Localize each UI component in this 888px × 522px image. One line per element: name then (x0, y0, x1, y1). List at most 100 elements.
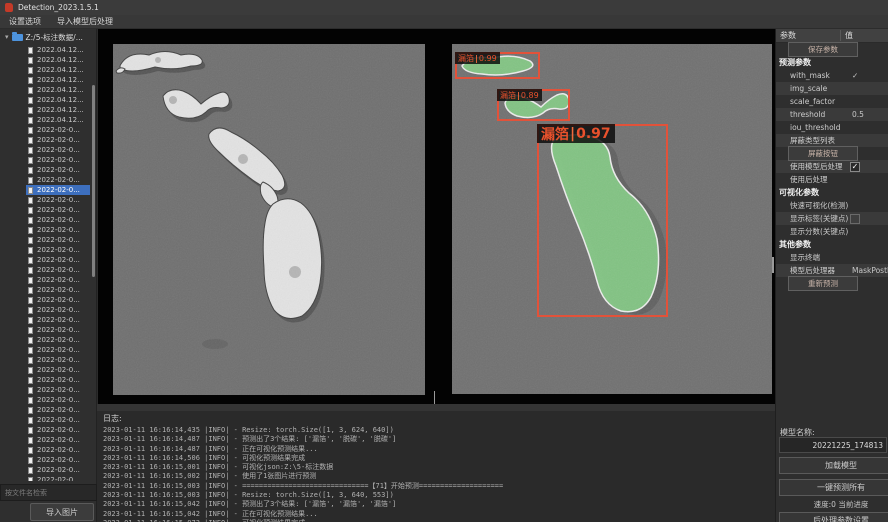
param-row[interactable]: 其他参数 (776, 238, 888, 251)
param-row[interactable]: 使用模型后处理 ✓ (776, 160, 888, 173)
param-row[interactable]: 重新预测 (776, 277, 888, 290)
params-splitter-grip[interactable] (772, 257, 774, 273)
file-list-item[interactable]: 2022-02-0... (26, 275, 90, 285)
file-list-item[interactable]: 2022-02-0... (26, 345, 90, 355)
file-list-item[interactable]: 2022-02-0... (26, 425, 90, 435)
checkbox[interactable]: ✓ (850, 162, 860, 172)
file-list-item[interactable]: 2022.04.12... (26, 85, 90, 95)
file-list-item[interactable]: 2022-02-0... (26, 305, 90, 315)
file-list-item[interactable]: 2022-02-0... (26, 185, 90, 195)
file-list-item[interactable]: 2022-02-0... (26, 135, 90, 145)
file-list-item[interactable]: 2022-02-0... (26, 465, 90, 475)
file-list-item[interactable]: 2022-02-0... (26, 455, 90, 465)
menubar: 设置选项 导入模型后处理 (0, 15, 888, 29)
file-list-item[interactable]: 2022-02-0... (26, 245, 90, 255)
chevron-down-icon[interactable]: ▾ (5, 34, 9, 41)
param-row[interactable]: 快速可视化(检测) (776, 199, 888, 212)
file-icon (28, 47, 33, 54)
file-name: 2022-02-0... (37, 266, 80, 274)
file-list-item[interactable]: 2022.04.12... (26, 65, 90, 75)
postprocess-settings-button[interactable]: 后处理参数设置 (779, 512, 888, 522)
file-icon (28, 157, 33, 164)
model-name-field[interactable]: 20221225_174813 (779, 437, 887, 453)
file-list-item[interactable]: 2022-02-0... (26, 175, 90, 185)
log-panel: 日志: 2023-01-11 16:16:14,435 |INFO| - Res… (97, 411, 775, 522)
file-name: 2022.04.12... (37, 86, 84, 94)
file-list-item[interactable]: 2022.04.12... (26, 75, 90, 85)
param-row[interactable]: 显示分数(关键点) (776, 225, 888, 238)
file-list-item[interactable]: 2022.04.12... (26, 115, 90, 125)
file-name: 2022-02-0... (37, 166, 80, 174)
param-row[interactable]: 预测参数 (776, 56, 888, 69)
log-splitter[interactable] (97, 404, 775, 411)
file-list-item[interactable]: 2022-02-0... (26, 415, 90, 425)
load-model-button[interactable]: 加载模型 (779, 457, 888, 474)
menu-item-settings[interactable]: 设置选项 (9, 16, 41, 27)
image-viewer: 漏箔|0.99 漏箔|0.89 漏箔|0.97 (98, 29, 775, 404)
param-row[interactable]: 显示终端 (776, 251, 888, 264)
log-line: 2023-01-11 16:16:15,003 |INFO| - Resize:… (103, 491, 775, 500)
predict-all-button[interactable]: 一键预测所有 (779, 479, 888, 496)
import-image-button[interactable]: 导入图片 (30, 503, 94, 521)
detection-label: 漏箔|0.99 (455, 52, 500, 64)
label-divider: | (570, 126, 575, 142)
param-value: 0.5 (848, 110, 888, 119)
param-row[interactable]: iou_threshold (776, 121, 888, 134)
file-list-item[interactable]: 2022-02-0... (26, 295, 90, 305)
file-name: 2022-02-0... (37, 476, 80, 481)
file-icon (28, 467, 33, 474)
file-list-item[interactable]: 2022-02-0... (26, 325, 90, 335)
file-list-item[interactable]: 2022-02-0... (26, 225, 90, 235)
file-list-item[interactable]: 2022-02-0... (26, 255, 90, 265)
filename-search-input[interactable] (0, 484, 97, 501)
param-row[interactable]: with_mask ✓ (776, 69, 888, 82)
file-list-item[interactable]: 2022-02-0... (26, 365, 90, 375)
file-list-item[interactable]: 2022-02-0... (26, 125, 90, 135)
param-row[interactable]: 使用后处理 (776, 173, 888, 186)
file-list-item[interactable]: 2022-02-0... (26, 155, 90, 165)
file-list-item[interactable]: 2022.04.12... (26, 45, 90, 55)
param-row[interactable]: threshold 0.5 (776, 108, 888, 121)
file-list-item[interactable]: 2022-02-0... (26, 215, 90, 225)
detection-score: 0.99 (479, 54, 497, 63)
tree-scrollbar-thumb[interactable] (92, 85, 95, 277)
param-row[interactable]: 显示标签(关键点) (776, 212, 888, 225)
file-icon (28, 397, 33, 404)
file-list-item[interactable]: 2022-02-0... (26, 285, 90, 295)
file-name: 2022-02-0... (37, 256, 80, 264)
checkmark-icon: ✓ (852, 163, 859, 171)
file-name: 2022-02-0... (37, 316, 80, 324)
tree-root[interactable]: ▾ Z:/5-标注数据/... (0, 29, 97, 45)
menu-item-import-model-postprocess[interactable]: 导入模型后处理 (57, 16, 113, 27)
file-list-item[interactable]: 2022-02-0... (26, 405, 90, 415)
file-list-item[interactable]: 2022-02-0... (26, 195, 90, 205)
file-list-item[interactable]: 2022.04.12... (26, 95, 90, 105)
window-title: Detection_2023.1.5.1 (18, 3, 99, 12)
file-list-item[interactable]: 2022-02-0... (26, 375, 90, 385)
file-list-item[interactable]: 2022-02-0... (26, 445, 90, 455)
file-list-item[interactable]: 2022-02-0... (26, 235, 90, 245)
file-list-item[interactable]: 2022.04.12... (26, 105, 90, 115)
checkbox[interactable] (850, 214, 860, 224)
file-list-item[interactable]: 2022-02-0... (26, 385, 90, 395)
param-row[interactable]: img_scale (776, 82, 888, 95)
file-list-item[interactable]: 2022-02-0... (26, 335, 90, 345)
file-list-item[interactable]: 2022-02-0... (26, 145, 90, 155)
file-list-item[interactable]: 2022-02-0... (26, 435, 90, 445)
param-row[interactable]: 可视化参数 (776, 186, 888, 199)
file-icon (28, 137, 33, 144)
file-list-item[interactable]: 2022-02-0... (26, 475, 90, 481)
file-list-item[interactable]: 2022-02-0... (26, 265, 90, 275)
param-label: 显示分数(关键点) (776, 226, 848, 237)
param-row[interactable]: 保存参数 (776, 43, 888, 56)
file-list-item[interactable]: 2022-02-0... (26, 205, 90, 215)
file-list-item[interactable]: 2022-02-0... (26, 315, 90, 325)
file-list-item[interactable]: 2022-02-0... (26, 165, 90, 175)
param-row[interactable]: scale_factor (776, 95, 888, 108)
file-list-item[interactable]: 2022-02-0... (26, 395, 90, 405)
params-header-value: 值 (840, 30, 888, 41)
file-list-item[interactable]: 2022.04.12... (26, 55, 90, 65)
file-list-item[interactable]: 2022-02-0... (26, 355, 90, 365)
file-name: 2022.04.12... (37, 76, 84, 84)
param-row[interactable]: 屏蔽按钮 (776, 147, 888, 160)
